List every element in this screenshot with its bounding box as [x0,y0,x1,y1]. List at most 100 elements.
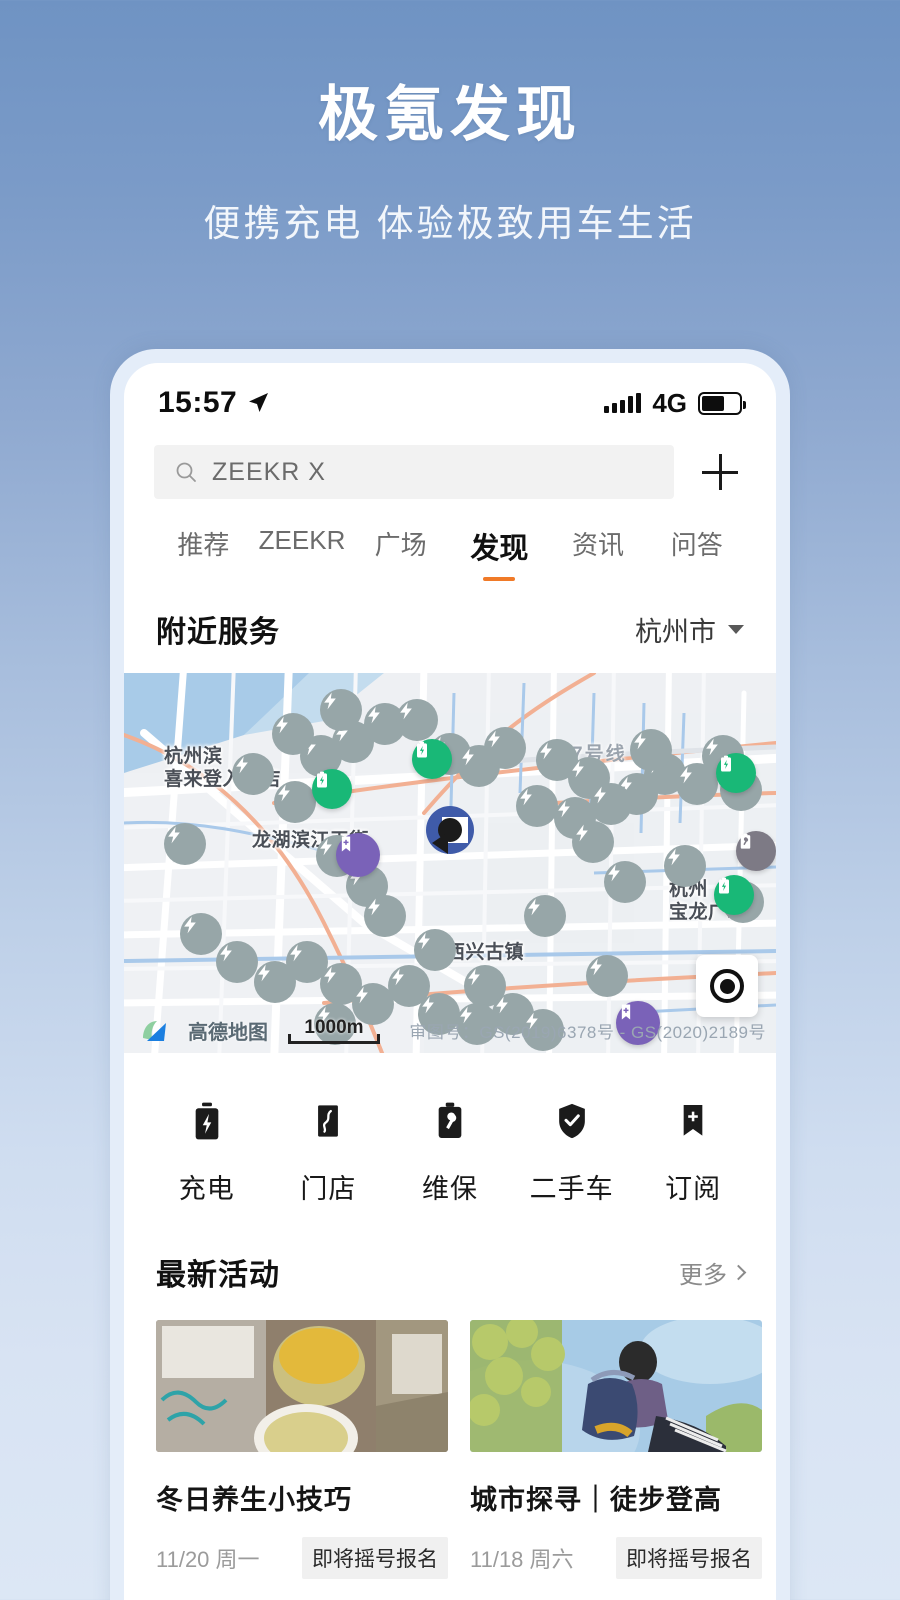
chevron-right-icon [730,1264,747,1280]
map-pin-charging[interactable] [664,845,706,887]
map-provider-label: 高德地图 [188,1022,268,1044]
location-arrow-icon [249,393,269,412]
current-location-icon [426,806,474,854]
status-bar-right: 4G [604,387,746,419]
map-scale: 1000m [288,1017,380,1044]
tab-label: 广场 [374,530,427,560]
map-pin-charging-available[interactable] [412,739,452,779]
wrench-clipboard-icon [427,1095,473,1147]
map-pin-charging[interactable] [164,823,206,865]
map-pin-charging[interactable] [484,727,526,769]
search-input[interactable]: ZEEKR X [154,445,674,499]
service-used-car[interactable]: 二手车 [511,1095,633,1206]
activity-card-list: 冬日养生小技巧 11/20 周一 即将摇号报名 城市探寻｜徒步登高 11/18 … [124,1320,776,1579]
search-value: ZEEKR X [212,457,326,486]
map-pin-charging-available[interactable] [716,753,756,793]
service-label: 充电 [178,1174,235,1204]
activities-more-link[interactable]: 更多 [679,1255,747,1290]
locate-me-button[interactable] [696,955,758,1017]
map-pin-charging[interactable] [586,955,628,997]
promo-header: 极氪发现 便携充电 体验极致用车生活 [0,0,900,247]
heading-cone [432,832,448,854]
phone-frame: 15:57 4G ZEEKR X 推荐 ZEEKR 广场 发现 资讯 问答 附近… [110,349,790,1600]
store-icon [305,1095,351,1147]
page-subtitle: 便携充电 体验极致用车生活 [203,203,697,244]
city-label: 杭州市 [635,616,716,647]
status-bar-left: 15:57 [158,386,270,420]
status-time: 15:57 [158,386,238,419]
map-pin-charging[interactable] [516,785,558,827]
map-attribution: 审图号：GS(2019)6378号 - GS(2020)2189号 [409,1023,766,1042]
add-button[interactable] [694,446,746,498]
service-label: 维保 [421,1174,478,1204]
map-scale-label: 1000m [304,1017,364,1038]
map-pin-charging[interactable] [604,861,646,903]
activity-card[interactable]: 城市探寻｜徒步登高 11/18 周六 即将摇号报名 [470,1320,762,1579]
map-pin-charging[interactable] [274,781,316,823]
tab-zeekr[interactable]: ZEEKR [253,525,352,570]
service-maintenance[interactable]: 维保 [389,1095,511,1206]
map-pin-charging-available[interactable] [714,875,754,915]
map-pin-charging[interactable] [232,753,274,795]
signal-bars-icon [604,393,642,413]
city-selector[interactable]: 杭州市 [635,610,744,649]
map-pin-charging[interactable] [216,941,258,983]
map-pin-charging-available[interactable] [312,769,352,809]
map-pin-charging[interactable] [630,729,672,771]
battery-icon [698,391,746,415]
quick-services-row: 充电 门店 维保 二手车 订阅 [124,1053,776,1246]
activities-header: 最新活动 更多 [124,1246,776,1320]
nearby-services-header: 附近服务 杭州市 [124,581,776,673]
network-label: 4G [652,387,687,418]
location-dot [432,818,462,854]
activity-card[interactable]: 冬日养生小技巧 11/20 周一 即将摇号报名 [156,1320,448,1579]
page-title: 极氪发现 [318,81,582,148]
map-footer: 高德地图 1000m [140,1016,380,1045]
search-row: ZEEKR X [124,429,776,499]
map-scale-bar [288,1034,380,1044]
tab-faxian[interactable]: 发现 [450,525,549,581]
activity-date: 11/18 周六 [470,1547,574,1572]
tab-tuijian[interactable]: 推荐 [154,525,253,576]
activity-meta: 11/20 周一 即将摇号报名 [156,1537,448,1579]
tab-zixun[interactable]: 资讯 [549,525,648,576]
map-pin-charging[interactable] [364,895,406,937]
service-label: 订阅 [665,1174,722,1204]
tab-wenda[interactable]: 问答 [647,525,746,576]
locate-target-icon [710,969,744,1003]
service-charging[interactable]: 充电 [146,1095,268,1206]
tab-bar: 推荐 ZEEKR 广场 发现 资讯 问答 [124,499,776,581]
tab-label: 资讯 [572,530,625,560]
map-pin-charging[interactable] [272,713,314,755]
map-label-xixing: 西兴古镇 [446,942,525,963]
activity-image-hiker [470,1320,762,1452]
map-pin-service[interactable] [736,831,776,871]
map-pin-charging[interactable] [590,783,632,825]
shield-check-icon [549,1095,595,1147]
section-title-activities: 最新活动 [156,1259,280,1292]
tab-label: 推荐 [177,530,230,560]
activity-image-tea [156,1320,448,1452]
tab-guangchang[interactable]: 广场 [351,525,450,576]
activity-date: 11/20 周一 [156,1547,260,1572]
amap-logo-icon [140,1018,174,1044]
section-title-nearby: 附近服务 [156,616,280,649]
tab-label: 问答 [670,530,723,560]
next-content-peek [124,1579,776,1600]
map-pin-charging[interactable] [572,821,614,863]
more-label: 更多 [679,1261,727,1289]
service-store[interactable]: 门店 [268,1095,390,1206]
map-view[interactable]: 杭州滨 喜来登入酒店 龙湖滨江天街 7号线 西兴古镇 杭州 宝龙广场 高德地图 … [124,673,776,1053]
map-pin-charging[interactable] [320,689,362,731]
service-label: 门店 [300,1174,357,1204]
tab-label: ZEEKR [258,525,346,555]
tab-active-indicator [483,577,516,581]
map-pin-store[interactable] [336,833,380,877]
phone-screen: 15:57 4G ZEEKR X 推荐 ZEEKR 广场 发现 资讯 问答 附近… [124,363,776,1600]
tab-label: 发现 [470,533,529,565]
map-pin-charging[interactable] [524,895,566,937]
map-pin-charging[interactable] [414,929,456,971]
activity-title: 冬日养生小技巧 [156,1485,352,1515]
chevron-down-icon [728,624,744,634]
service-subscribe[interactable]: 订阅 [632,1095,754,1206]
